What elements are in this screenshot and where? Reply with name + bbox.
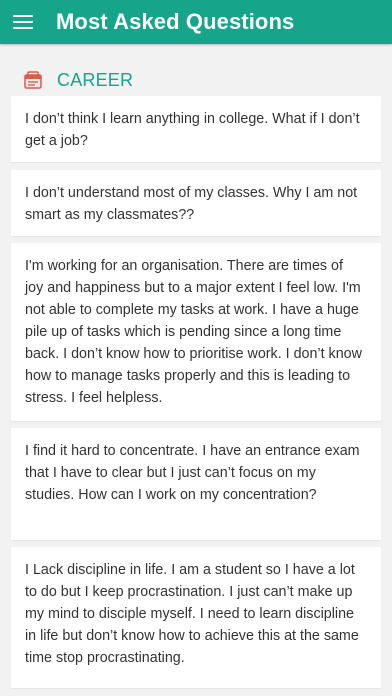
question-card[interactable]: I don’t think I learn anything in colleg… — [11, 96, 381, 162]
question-text: I don’t think I learn anything in colleg… — [25, 111, 360, 149]
question-card[interactable]: I find it hard to concentrate. I have an… — [11, 428, 381, 540]
hamburger-menu-icon — [13, 14, 33, 30]
section-title: CAREER — [57, 69, 134, 90]
question-text: I find it hard to concentrate. I have an… — [25, 443, 360, 503]
question-text: I don’t understand most of my classes. W… — [25, 185, 358, 223]
page-title: Most Asked Questions — [56, 9, 295, 34]
question-card[interactable]: I don’t understand most of my classes. W… — [11, 170, 381, 236]
app-bar: Most Asked Questions — [0, 0, 392, 44]
question-text: I Lack discipline in life. I am a studen… — [25, 562, 359, 666]
question-card[interactable]: I'm working for an organisation. There a… — [11, 243, 381, 421]
career-briefcase-icon — [24, 71, 42, 89]
section-header: CAREER — [24, 69, 133, 91]
question-card[interactable]: I Lack discipline in life. I am a studen… — [11, 547, 381, 688]
menu-button[interactable] — [0, 0, 46, 44]
question-text: I'm working for an organisation. There a… — [25, 258, 362, 406]
